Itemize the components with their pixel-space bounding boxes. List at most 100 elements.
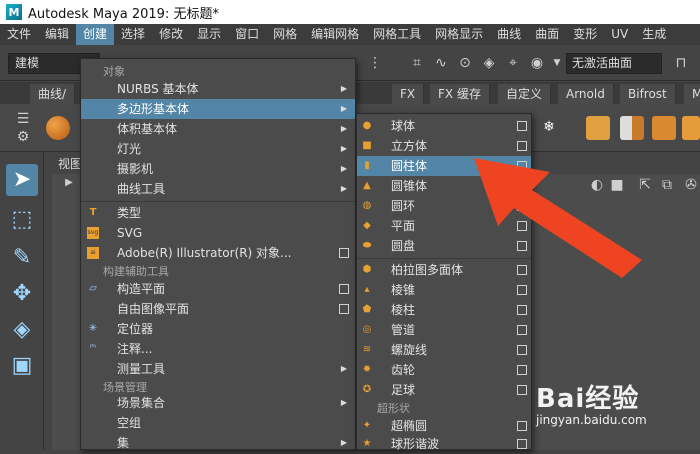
menu-surfaces[interactable]: 曲面 xyxy=(528,24,566,45)
layers-icon[interactable] xyxy=(586,116,610,140)
pipe-icon: ◎ xyxy=(362,324,372,335)
window-title: Autodesk Maya 2019: 无标题* xyxy=(28,6,219,22)
menu-display[interactable]: 显示 xyxy=(190,24,228,45)
menu-file[interactable]: 文件 xyxy=(0,24,38,45)
menu-item-superellipse[interactable]: ✦ 超椭圆 xyxy=(357,416,531,436)
menu-item-label: 球形谐波 xyxy=(391,437,440,451)
option-box[interactable] xyxy=(517,421,527,431)
snowflake-icon[interactable]: ❄ xyxy=(540,118,558,136)
annotation-icon: ᵐ xyxy=(89,343,97,354)
snap-surface-icon[interactable]: ⌖ xyxy=(504,54,522,72)
option-box[interactable] xyxy=(517,121,527,131)
snap-view-icon[interactable]: ◈ xyxy=(480,54,498,72)
live-surface-field[interactable]: 无激活曲面 xyxy=(566,53,662,74)
menu-item-sets[interactable]: 集 ▶ xyxy=(81,433,355,453)
menu-item-illustrator[interactable]: ai Adobe(R) Illustrator(R) 对象... xyxy=(81,243,355,263)
menu-mesh-tools[interactable]: 网格工具 xyxy=(366,24,428,45)
option-box[interactable] xyxy=(517,285,527,295)
shelf-menu-icon[interactable]: ☰ xyxy=(14,110,32,128)
menu-item-empty-group[interactable]: 空组 xyxy=(81,413,355,433)
menu-item-locator[interactable]: ✳ 定位器 xyxy=(81,319,355,339)
menu-item-nurbs-primitives[interactable]: NURBS 基本体 ▶ xyxy=(81,79,355,99)
menu-item-label: 平面 xyxy=(391,219,416,233)
menu-item-volume-primitives[interactable]: 体积基本体 ▶ xyxy=(81,119,355,139)
tab-fx[interactable]: FX xyxy=(392,84,425,104)
option-box[interactable] xyxy=(517,305,527,315)
menu-window[interactable]: 窗口 xyxy=(228,24,266,45)
menu-item-cameras[interactable]: 摄影机 ▶ xyxy=(81,159,355,179)
option-box[interactable] xyxy=(339,284,349,294)
menu-mesh[interactable]: 网格 xyxy=(266,24,304,45)
select-tool-icon[interactable]: ➤ xyxy=(6,164,38,196)
gear-icon[interactable]: ⚙ xyxy=(14,128,32,146)
menu-item-scene-assembly[interactable]: 场景集合 ▶ xyxy=(81,393,355,413)
menu-item-construction-plane[interactable]: ▱ 构造平面 xyxy=(81,279,355,299)
option-box[interactable] xyxy=(339,248,349,258)
frame-icon[interactable]: ⧉ xyxy=(658,176,676,194)
menu-item-gear[interactable]: ✹ 齿轮 xyxy=(357,360,531,380)
cubes-icon[interactable] xyxy=(652,116,676,140)
menu-curves[interactable]: 曲线 xyxy=(490,24,528,45)
menu-item-curve-tools[interactable]: 曲线工具 ▶ xyxy=(81,179,355,199)
menu-generate[interactable]: 生成 xyxy=(635,24,673,45)
menu-edit[interactable]: 编辑 xyxy=(38,24,76,45)
menu-item-sphere[interactable]: ● 球体 xyxy=(357,116,531,136)
superellipse-icon: ✦ xyxy=(362,420,372,431)
menu-item-soccer-ball[interactable]: ✪ 足球 xyxy=(357,380,531,400)
snap-curve-icon[interactable]: ∿ xyxy=(432,54,450,72)
plane-icon: ▱ xyxy=(89,283,97,294)
tab-arnold[interactable]: Arnold xyxy=(558,84,614,104)
cone-icon: ▲ xyxy=(363,180,371,191)
menu-item-spherical-harmonics[interactable]: ★ 球形谐波 xyxy=(357,434,531,454)
menu-item-pyramid[interactable]: ▴ 棱锥 xyxy=(357,280,531,300)
option-box[interactable] xyxy=(517,439,527,449)
menu-select[interactable]: 选择 xyxy=(114,24,152,45)
menu-item-pipe[interactable]: ◎ 管道 xyxy=(357,320,531,340)
option-box[interactable] xyxy=(517,385,527,395)
menu-item-lights[interactable]: 灯光 ▶ xyxy=(81,139,355,159)
menu-mesh-display[interactable]: 网格显示 xyxy=(428,24,490,45)
settings-icon[interactable]: ✇ xyxy=(682,176,700,194)
menu-divider xyxy=(81,201,355,202)
tab-fx-cache[interactable]: FX 缓存 xyxy=(430,84,490,104)
menu-deform[interactable]: 变形 xyxy=(566,24,604,45)
grid-blocks-icon[interactable] xyxy=(620,116,644,140)
option-box[interactable] xyxy=(517,325,527,335)
menu-uv[interactable]: UV xyxy=(604,24,635,45)
chevron-down-icon[interactable]: ▼ xyxy=(548,54,566,72)
paint-select-icon[interactable]: ✎ xyxy=(6,242,38,274)
menu-edit-mesh[interactable]: 编辑网格 xyxy=(304,24,366,45)
tab-more[interactable]: M xyxy=(684,84,700,104)
poly-sphere-icon[interactable] xyxy=(46,116,70,140)
menu-item-measure-tools[interactable]: 测量工具 ▶ xyxy=(81,359,355,379)
menu-create[interactable]: 创建 xyxy=(76,24,115,45)
menu-item-polygon-primitives[interactable]: 多边形基本体 ▶ xyxy=(81,99,355,119)
extrude-icon[interactable] xyxy=(682,116,700,140)
scale-tool-icon[interactable]: ▣ xyxy=(6,350,38,382)
menu-item-label: 圆柱体 xyxy=(391,159,428,173)
snap-point-icon[interactable]: ⊙ xyxy=(456,54,474,72)
cube-icon: ■ xyxy=(362,140,372,151)
move-tool-icon[interactable]: ✥ xyxy=(6,278,38,310)
camera-icon[interactable]: ▶ xyxy=(60,174,78,192)
option-box[interactable] xyxy=(517,345,527,355)
menu-item-free-image-plane[interactable]: 自由图像平面 xyxy=(81,299,355,319)
rotate-tool-icon[interactable]: ◈ xyxy=(6,314,38,346)
snap-live-icon[interactable]: ◉ xyxy=(528,54,546,72)
menu-item-svg[interactable]: svg SVG xyxy=(81,223,355,243)
tab-curves[interactable]: 曲线/ xyxy=(30,84,76,104)
menu-item-label: 齿轮 xyxy=(391,363,416,377)
menu-item-annotation[interactable]: ᵐ 注释... xyxy=(81,339,355,359)
tab-bifrost[interactable]: Bifrost xyxy=(620,84,676,104)
watermark-url: jingyan.baidu.com xyxy=(536,413,647,427)
option-box[interactable] xyxy=(517,365,527,375)
menu-item-type[interactable]: T 类型 xyxy=(81,203,355,223)
menu-item-helix[interactable]: ≋ 螺旋线 xyxy=(357,340,531,360)
snap-grid-icon[interactable]: ⌗ xyxy=(408,54,426,72)
tab-custom[interactable]: 自定义 xyxy=(498,84,552,104)
magnet-icon[interactable]: ⊓ xyxy=(672,54,690,72)
option-box[interactable] xyxy=(339,304,349,314)
menu-modify[interactable]: 修改 xyxy=(152,24,190,45)
menu-item-prism[interactable]: ⬟ 棱柱 xyxy=(357,300,531,320)
lasso-tool-icon[interactable]: ⬚ xyxy=(6,204,38,236)
